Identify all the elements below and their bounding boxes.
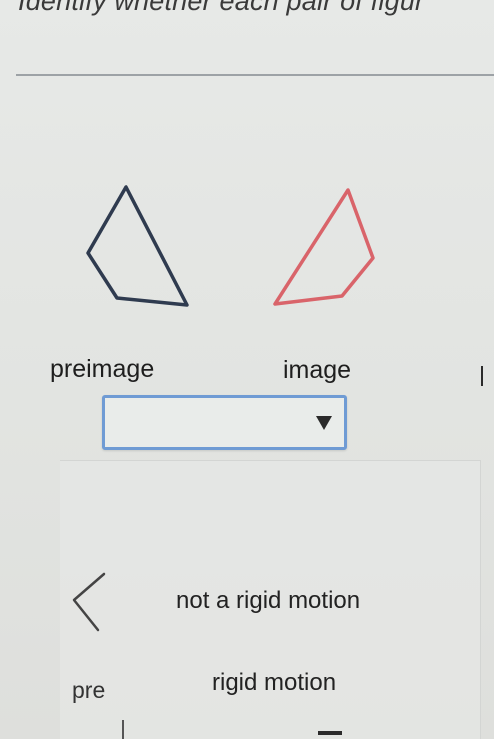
triangle-down-icon[interactable] [316, 416, 332, 430]
page: Identify whether each pair of figur prei… [0, 0, 494, 739]
preimage-label: preimage [50, 355, 155, 383]
option-rigid-motion[interactable]: rigid motion [212, 669, 336, 697]
preimage-quadrilateral [86, 185, 189, 307]
image-label: image [283, 356, 352, 384]
chevron-left-icon[interactable] [68, 568, 118, 638]
divider [16, 74, 494, 76]
partial-label: pre [72, 677, 106, 703]
answer-dropdown[interactable] [102, 395, 347, 450]
edge-mark [481, 366, 483, 386]
question-text: Identify whether each pair of figur [18, 0, 425, 16]
option-not-rigid-motion[interactable]: not a rigid motion [176, 587, 360, 615]
bottom-dash [318, 731, 342, 735]
image-quadrilateral [273, 188, 375, 306]
bottom-tick [122, 720, 124, 739]
